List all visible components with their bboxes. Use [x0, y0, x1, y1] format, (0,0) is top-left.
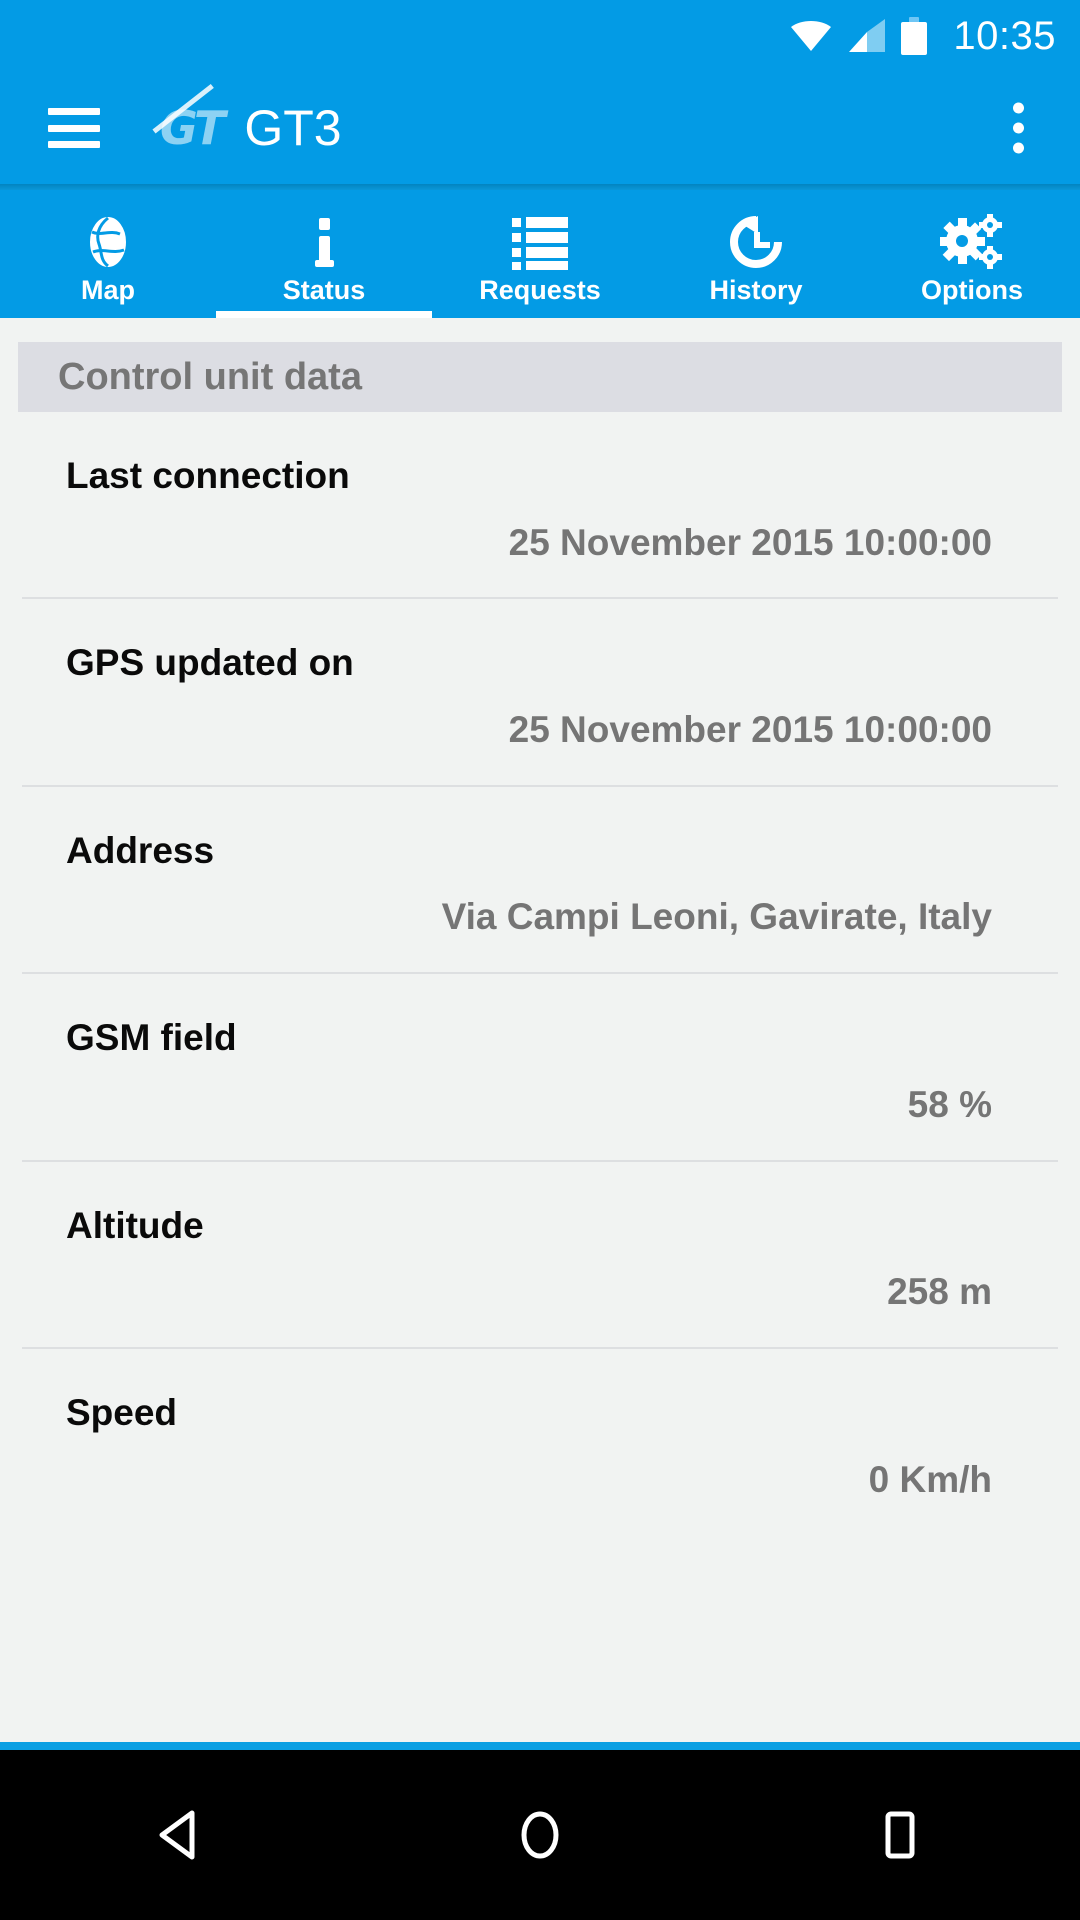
- app-root: 10:35 GT GT3 Map Status Requests History…: [0, 0, 1080, 1920]
- battery-body: [901, 22, 928, 55]
- globe-icon: [80, 213, 136, 271]
- overflow-menu-icon[interactable]: [1003, 93, 1034, 164]
- hamburger-bar: [48, 141, 100, 148]
- brand: GT GT3: [160, 103, 342, 153]
- list-item[interactable]: GPS updated on 25 November 2015 10:00:00: [0, 599, 1080, 784]
- hamburger-bar: [48, 124, 100, 132]
- android-nav-bar: [0, 1750, 1080, 1920]
- wifi-icon: [789, 19, 833, 53]
- row-label: Address: [66, 829, 215, 871]
- tab-bar: Map Status Requests History Options: [0, 190, 1080, 318]
- row-value: 25 November 2015 10:00:00: [508, 709, 992, 751]
- row-value: 258 m: [887, 1271, 992, 1313]
- overflow-dot: [1013, 142, 1024, 154]
- tab-map[interactable]: Map: [0, 190, 216, 318]
- tab-status[interactable]: Status: [216, 190, 432, 318]
- tab-label: Requests: [479, 274, 601, 305]
- overflow-dot: [1013, 122, 1024, 134]
- clock-time: 10:35: [953, 14, 1056, 58]
- tab-label: Options: [921, 274, 1023, 305]
- row-label: Speed: [66, 1391, 178, 1433]
- list-item[interactable]: Speed 0 Km/h: [0, 1349, 1080, 1534]
- list-icon: [510, 213, 570, 271]
- cellular-signal-icon: [847, 19, 887, 53]
- row-value: Via Campi Leoni, Gavirate, Italy: [441, 896, 992, 938]
- history-icon: [728, 213, 784, 271]
- content-bottom-accent: [0, 1742, 1080, 1750]
- tab-label: History: [709, 274, 803, 305]
- section-header-control-unit-data: Control unit data: [18, 342, 1062, 412]
- status-content[interactable]: Control unit data Last connection 25 Nov…: [0, 318, 1080, 1742]
- hamburger-menu-icon[interactable]: [48, 108, 100, 148]
- row-value: 58 %: [907, 1083, 992, 1125]
- recents-square-icon[interactable]: [820, 1790, 980, 1880]
- row-label: GSM field: [66, 1017, 237, 1059]
- battery-icon: [901, 17, 928, 55]
- section-title: Control unit data: [58, 356, 362, 398]
- overflow-dot: [1013, 102, 1024, 114]
- list-item[interactable]: GSM field 58 %: [0, 974, 1080, 1159]
- row-label: Last connection: [66, 455, 350, 496]
- home-circle-icon[interactable]: [460, 1790, 620, 1880]
- tab-label: Map: [81, 274, 135, 305]
- list-item[interactable]: Address Via Campi Leoni, Gavirate, Italy: [0, 787, 1080, 972]
- row-label: GPS updated on: [66, 642, 354, 684]
- tab-history[interactable]: History: [648, 190, 864, 318]
- back-triangle-icon[interactable]: [100, 1790, 260, 1880]
- row-label: Altitude: [66, 1204, 204, 1246]
- list-item[interactable]: Last connection 25 November 2015 10:00:0…: [0, 412, 1080, 597]
- tab-options[interactable]: Options: [864, 190, 1080, 318]
- hamburger-bar: [48, 108, 100, 115]
- status-bar: 10:35: [0, 0, 1080, 72]
- info-icon: [296, 213, 352, 271]
- row-value: 0 Km/h: [868, 1458, 992, 1500]
- action-bar: GT GT3: [0, 72, 1080, 184]
- tab-requests[interactable]: Requests: [432, 190, 648, 318]
- gears-icon: [940, 213, 1004, 271]
- app-title: GT3: [244, 100, 342, 156]
- status-bar-icons: 10:35: [789, 16, 1056, 56]
- list-item[interactable]: Altitude 258 m: [0, 1162, 1080, 1347]
- row-value: 25 November 2015 10:00:00: [508, 521, 992, 563]
- tab-label: Status: [282, 274, 366, 305]
- gt-logo-icon: GT: [160, 101, 225, 155]
